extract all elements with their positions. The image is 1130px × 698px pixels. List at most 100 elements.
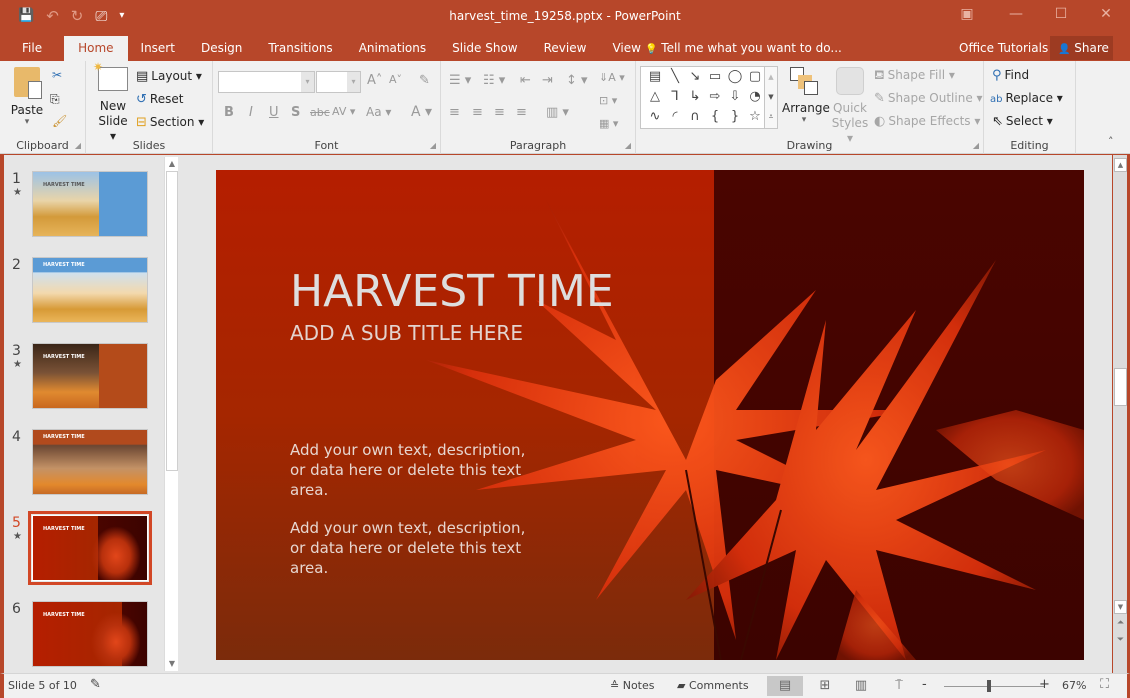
character-spacing-button[interactable]: AV ▾ bbox=[332, 105, 355, 118]
previous-slide-icon[interactable]: ⏶ bbox=[1114, 618, 1127, 628]
font-color-button[interactable]: A ▾ bbox=[411, 104, 432, 120]
shape-gallery-item[interactable]: { bbox=[705, 109, 725, 124]
shape-fill-button[interactable]: ⛾ Shape Fill ▾ bbox=[874, 67, 955, 84]
shape-gallery-item[interactable]: ◯ bbox=[725, 69, 745, 84]
zoom-out-button[interactable]: - bbox=[922, 677, 927, 692]
font-name-input[interactable]: ▾ bbox=[218, 71, 315, 93]
scroll-down-icon[interactable]: ▼ bbox=[1114, 600, 1127, 614]
underline-button[interactable]: U bbox=[269, 105, 279, 120]
font-size-input[interactable]: ▾ bbox=[316, 71, 361, 93]
justify-button[interactable]: ≡ bbox=[516, 105, 527, 120]
shape-gallery-item[interactable]: ⇨ bbox=[705, 89, 725, 104]
align-left-button[interactable]: ≡ bbox=[449, 105, 460, 120]
clipboard-launcher-icon[interactable]: ◢ bbox=[75, 141, 81, 150]
paste-button[interactable]: Paste ▾ bbox=[10, 67, 44, 127]
center-button[interactable]: ≡ bbox=[472, 105, 483, 120]
shape-gallery-item[interactable]: ◜ bbox=[665, 109, 685, 124]
slide-thumbnail[interactable]: HARVEST TIME bbox=[32, 601, 148, 667]
tab-slide-show[interactable]: Slide Show bbox=[439, 36, 530, 61]
maximize-button[interactable]: ☐ bbox=[1050, 6, 1072, 22]
columns-button[interactable]: ▥ ▾ bbox=[546, 105, 569, 120]
slide-thumbnail[interactable]: HARVEST TIME bbox=[32, 257, 148, 323]
editor-vertical-scrollbar[interactable]: ▲ ▼ ⏶ ⏷ bbox=[1113, 155, 1130, 673]
cut-icon[interactable]: ✂ bbox=[52, 67, 62, 83]
scroll-up-icon[interactable]: ▲ bbox=[1114, 158, 1127, 172]
grow-font-icon[interactable]: A˄ bbox=[367, 73, 382, 88]
line-spacing-button[interactable]: ↕ ▾ bbox=[566, 73, 588, 88]
numbering-button[interactable]: ☷ ▾ bbox=[483, 73, 505, 88]
normal-view-button[interactable]: ▤ bbox=[767, 676, 803, 696]
fit-to-window-icon[interactable]: ⛶ bbox=[1100, 677, 1109, 692]
tab-review[interactable]: Review bbox=[531, 36, 600, 61]
minimize-button[interactable]: — bbox=[1005, 6, 1027, 22]
gallery-down-icon[interactable]: ▼ bbox=[765, 87, 777, 107]
editor-scroll-thumb[interactable] bbox=[1114, 368, 1127, 406]
copy-icon[interactable]: ⎘ bbox=[50, 91, 60, 107]
shape-gallery-item[interactable]: ∩ bbox=[685, 109, 705, 124]
tab-design[interactable]: Design bbox=[188, 36, 255, 61]
shape-gallery-item[interactable]: ☆ bbox=[745, 109, 765, 124]
zoom-in-button[interactable]: + bbox=[1039, 677, 1050, 692]
font-name-dropdown-icon[interactable]: ▾ bbox=[301, 72, 314, 92]
shape-outline-button[interactable]: ✎ Shape Outline ▾ bbox=[874, 90, 983, 107]
italic-button[interactable]: I bbox=[249, 105, 253, 120]
shapes-gallery[interactable]: ▤ ╲ ↘ ▭ ◯ ▢ △ ⅂ ↳ ⇨ ⇩ ◔ ∿ ◜ ∩{} ☆ ▲ ▼ ⩡ bbox=[640, 66, 778, 129]
tab-home[interactable]: Home bbox=[64, 36, 128, 61]
slide-body-text-2[interactable]: Add your own text, description, or data … bbox=[290, 518, 540, 578]
change-case-button[interactable]: Aa ▾ bbox=[366, 105, 391, 119]
layout-button[interactable]: ▤ Layout ▾ bbox=[136, 68, 202, 85]
text-direction-button[interactable]: ⇓A ▾ bbox=[599, 71, 625, 84]
shape-gallery-item[interactable]: ∿ bbox=[645, 109, 665, 124]
new-slide-button[interactable]: ✷ New Slide ▾ bbox=[93, 60, 132, 144]
zoom-level[interactable]: 67% bbox=[1062, 679, 1086, 692]
next-slide-icon[interactable]: ⏷ bbox=[1114, 635, 1127, 645]
ribbon-display-options-button[interactable]: ▣ bbox=[956, 6, 978, 22]
reset-button[interactable]: ↺ Reset bbox=[136, 91, 183, 108]
slide-thumbnail[interactable]: HARVEST TIME bbox=[32, 429, 148, 495]
arrange-button[interactable]: Arrange ▾ bbox=[782, 67, 830, 125]
slide-subtitle[interactable]: ADD A SUB TITLE HERE bbox=[290, 321, 523, 345]
shape-effects-button[interactable]: ◐ Shape Effects ▾ bbox=[874, 113, 980, 130]
office-tutorials-link[interactable]: Office Tutorials bbox=[959, 36, 1048, 60]
gallery-scrollbar[interactable]: ▲ ▼ ⩡ bbox=[764, 67, 777, 128]
strikethrough-button[interactable]: abc bbox=[310, 106, 330, 119]
gallery-more-icon[interactable]: ⩡ bbox=[765, 107, 777, 127]
format-painter-icon[interactable]: 🖌 bbox=[52, 113, 67, 129]
thumbnails-scrollbar[interactable]: ▲ ▼ bbox=[164, 157, 178, 671]
zoom-slider-handle[interactable] bbox=[987, 680, 991, 692]
align-text-button[interactable]: ⊡ ▾ bbox=[599, 94, 617, 107]
slide-thumbnail[interactable]: HARVEST TIME bbox=[28, 511, 152, 585]
decrease-indent-button[interactable]: ⇤ bbox=[520, 73, 531, 88]
scroll-up-icon[interactable]: ▲ bbox=[165, 157, 179, 171]
section-button[interactable]: ⊟ Section ▾ bbox=[136, 114, 204, 131]
find-button[interactable]: ⚲ Find bbox=[992, 67, 1029, 84]
clear-formatting-icon[interactable]: ✎ bbox=[419, 73, 430, 88]
shape-gallery-item[interactable]: △ bbox=[645, 89, 665, 104]
tab-animations[interactable]: Animations bbox=[346, 36, 439, 61]
slide-body-text-1[interactable]: Add your own text, description, or data … bbox=[290, 440, 540, 500]
share-button[interactable]: 👤 Share bbox=[1050, 36, 1113, 60]
collapse-ribbon-icon[interactable]: ˄ bbox=[1108, 135, 1114, 148]
shape-gallery-item[interactable]: } bbox=[725, 109, 745, 124]
bullets-button[interactable]: ☰ ▾ bbox=[449, 73, 471, 88]
shape-gallery-item[interactable]: ╲ bbox=[665, 69, 685, 84]
convert-smartart-button[interactable]: ▦ ▾ bbox=[599, 117, 618, 130]
scroll-down-icon[interactable]: ▼ bbox=[165, 657, 179, 671]
select-button[interactable]: ⇖ Select ▾ bbox=[992, 113, 1053, 130]
font-size-dropdown-icon[interactable]: ▾ bbox=[347, 72, 360, 92]
shape-gallery-item[interactable]: ▤ bbox=[645, 69, 665, 84]
font-launcher-icon[interactable]: ◢ bbox=[430, 141, 436, 150]
tell-me-search[interactable]: 💡 Tell me what you want to do... bbox=[645, 36, 842, 62]
replace-button[interactable]: ab Replace ▾ bbox=[990, 90, 1063, 108]
shape-gallery-item[interactable]: ◔ bbox=[745, 89, 765, 104]
tab-file[interactable]: File bbox=[0, 36, 64, 61]
shape-gallery-item[interactable]: ⇩ bbox=[725, 89, 745, 104]
shrink-font-icon[interactable]: A˅ bbox=[389, 73, 402, 86]
bold-button[interactable]: B bbox=[224, 105, 234, 120]
slide-show-button[interactable]: ⍑ bbox=[884, 676, 914, 696]
zoom-slider[interactable] bbox=[944, 686, 1044, 687]
slide-canvas[interactable]: HARVEST TIME ADD A SUB TITLE HERE Add yo… bbox=[216, 170, 1084, 660]
text-shadow-button[interactable]: S bbox=[291, 105, 300, 120]
quick-styles-button[interactable]: Quick Styles ▾ bbox=[830, 67, 870, 146]
spell-check-icon[interactable]: ✎ bbox=[90, 677, 101, 692]
